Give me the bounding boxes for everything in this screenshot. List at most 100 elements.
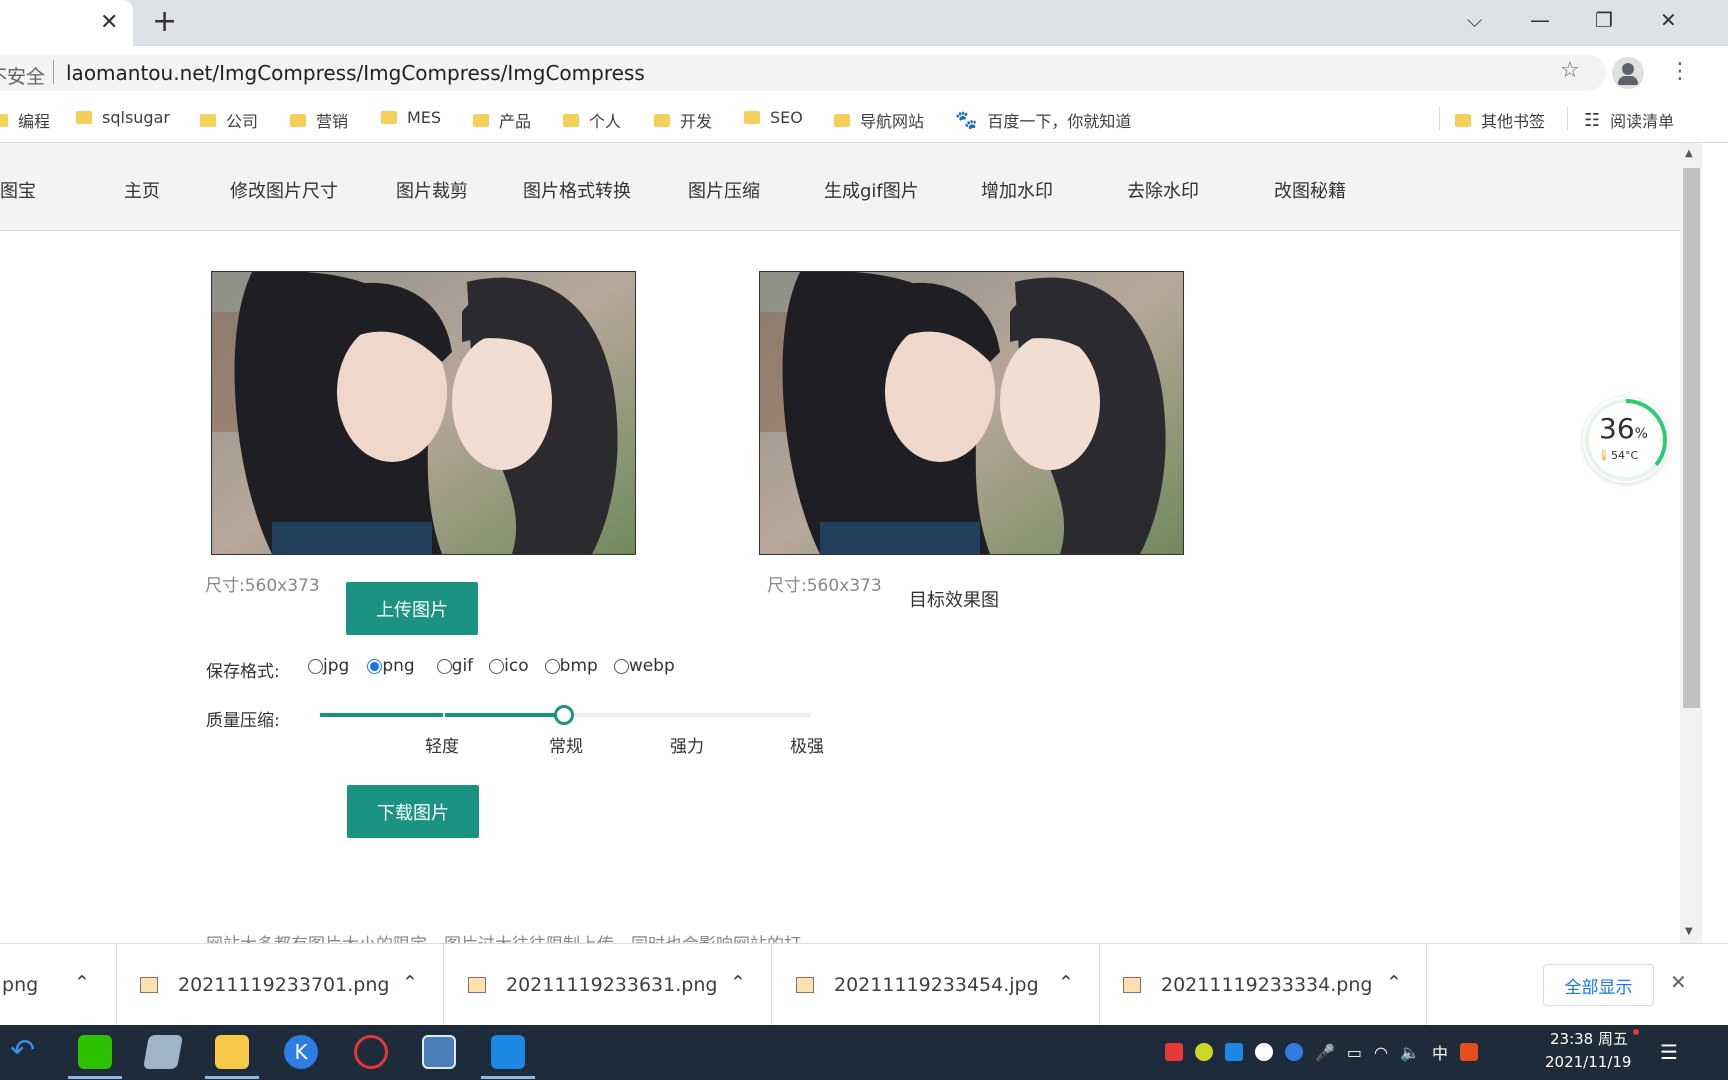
scrollbar-thumb[interactable] xyxy=(1683,168,1700,708)
bookmark-seo[interactable]: SEO xyxy=(744,108,803,127)
tab-search-icon[interactable]: ⌵ xyxy=(1467,8,1482,32)
chevron-up-icon[interactable]: ⌃ xyxy=(402,972,418,994)
cpu-monitor-widget[interactable]: 36% 🌡54°C xyxy=(1583,397,1669,483)
bookmark-label: 导航网站 xyxy=(860,112,925,131)
folder-icon xyxy=(200,113,216,127)
photo-viewer-icon[interactable] xyxy=(422,1035,456,1069)
nav-compress[interactable]: 图片压缩 xyxy=(688,177,760,203)
bookmark-label: 开发 xyxy=(680,112,713,131)
nav-tips[interactable]: 改图秘籍 xyxy=(1274,177,1346,203)
notebook-icon[interactable] xyxy=(143,1035,183,1069)
show-all-downloads-button[interactable]: 全部显示 xyxy=(1543,964,1654,1006)
divider xyxy=(443,943,444,1025)
wifi-icon[interactable]: ◠ xyxy=(1374,1043,1388,1062)
bookmark-company[interactable]: 公司 xyxy=(200,108,258,132)
bookmark-product[interactable]: 产品 xyxy=(473,108,531,132)
tray-app-icon[interactable] xyxy=(1165,1043,1183,1061)
chevron-up-icon[interactable]: ⌃ xyxy=(1386,972,1402,994)
reading-list-icon: ☷ xyxy=(1584,109,1601,131)
bookmark-label: 编程 xyxy=(18,112,51,131)
image-app-icon[interactable] xyxy=(491,1035,525,1069)
download-item[interactable]: 20211119233334.png xyxy=(1123,974,1372,996)
quality-level-normal[interactable]: 常规 xyxy=(549,732,583,757)
bookmark-coding[interactable]: 编程 xyxy=(0,108,50,132)
bookmark-other[interactable]: 其他书签 xyxy=(1455,108,1545,132)
quality-level-light[interactable]: 轻度 xyxy=(425,732,459,757)
tray-kugou-icon[interactable] xyxy=(1285,1043,1303,1061)
close-downloads-icon[interactable]: ✕ xyxy=(1670,970,1687,994)
chevron-up-icon[interactable]: ⌃ xyxy=(1058,972,1074,994)
nav-resize[interactable]: 修改图片尺寸 xyxy=(230,177,338,203)
chevron-up-icon[interactable]: ⌃ xyxy=(730,972,746,994)
folder-icon xyxy=(563,113,579,127)
bookmark-dev[interactable]: 开发 xyxy=(654,108,712,132)
tray-wechat-icon[interactable] xyxy=(1255,1043,1273,1061)
download-item[interactable]: 20211119233631.png xyxy=(468,974,717,996)
menu-icon[interactable]: ⋮ xyxy=(1669,59,1691,84)
quality-level-extreme[interactable]: 极强 xyxy=(790,732,824,757)
scroll-down-icon[interactable]: ▼ xyxy=(1685,926,1693,937)
bookmark-sqlsugar[interactable]: sqlsugar xyxy=(76,108,170,127)
download-item[interactable]: 20211119233454.jpg xyxy=(796,974,1039,996)
tab-close-icon[interactable]: ✕ xyxy=(100,10,118,35)
app-red-icon[interactable] xyxy=(354,1035,388,1069)
nav-remove-watermark[interactable]: 去除水印 xyxy=(1127,177,1199,203)
upload-button[interactable]: 上传图片 xyxy=(346,582,478,635)
bookmark-label: 产品 xyxy=(499,112,532,131)
folder-icon xyxy=(1455,113,1471,127)
microphone-icon[interactable]: 🎤 xyxy=(1315,1043,1335,1062)
app-arrow-icon[interactable]: ↶ xyxy=(10,1033,35,1068)
tray-app-icon[interactable] xyxy=(1195,1043,1213,1061)
minimize-button[interactable]: — xyxy=(1530,8,1550,32)
url-text[interactable]: laomantou.net/ImgCompress/ImgCompress/Im… xyxy=(66,61,645,85)
file-explorer-icon[interactable] xyxy=(215,1035,249,1069)
bookmark-nav-sites[interactable]: 导航网站 xyxy=(834,108,924,132)
bookmark-personal[interactable]: 个人 xyxy=(563,108,621,132)
clock-date[interactable]: 2021/11/19 xyxy=(1545,1053,1631,1071)
image-file-icon xyxy=(796,977,814,993)
action-center-icon[interactable]: ☰ xyxy=(1660,1040,1678,1064)
ime-indicator[interactable]: 中 xyxy=(1432,1040,1448,1064)
site-brand[interactable]: 修图宝 xyxy=(0,177,36,203)
radio-jpg[interactable] xyxy=(308,658,323,674)
nav-convert[interactable]: 图片格式转换 xyxy=(523,177,631,203)
percent-sign: % xyxy=(1634,426,1648,442)
radio-webp[interactable] xyxy=(613,658,629,674)
bookmark-label: sqlsugar xyxy=(102,108,170,127)
download-button[interactable]: 下载图片 xyxy=(347,785,479,838)
new-tab-button[interactable]: + xyxy=(152,4,177,39)
download-item[interactable]: 20211119233701.png xyxy=(140,974,389,996)
kugou-icon[interactable]: K xyxy=(284,1035,318,1069)
download-item[interactable]: .png xyxy=(0,974,38,996)
bookmark-star-icon[interactable]: ☆ xyxy=(1560,58,1580,83)
clock-time[interactable]: 23:38 周五 xyxy=(1550,1028,1628,1049)
nav-gif[interactable]: 生成gif图片 xyxy=(824,177,919,203)
quality-slider-handle[interactable] xyxy=(554,705,574,725)
radio-bmp[interactable] xyxy=(544,658,560,674)
bookmark-marketing[interactable]: 营销 xyxy=(290,108,348,132)
quality-level-strong[interactable]: 强力 xyxy=(670,732,704,757)
radio-png[interactable] xyxy=(367,658,383,674)
nav-add-watermark[interactable]: 增加水印 xyxy=(981,177,1053,203)
wechat-icon[interactable] xyxy=(78,1035,112,1069)
scroll-up-icon[interactable]: ▲ xyxy=(1685,148,1693,159)
reading-list-button[interactable]: ☷ 阅读清单 xyxy=(1584,108,1674,132)
radio-ico[interactable] xyxy=(489,658,505,674)
bookmark-label: 其他书签 xyxy=(1481,112,1546,131)
nav-crop[interactable]: 图片裁剪 xyxy=(396,177,468,203)
chevron-up-icon[interactable]: ⌃ xyxy=(74,972,90,994)
sogou-icon[interactable] xyxy=(1459,1043,1478,1061)
profile-avatar-icon[interactable] xyxy=(1612,57,1644,89)
security-indicator[interactable]: 不安全 xyxy=(0,62,45,89)
radio-label: ico xyxy=(504,656,529,676)
close-window-button[interactable]: ✕ xyxy=(1660,8,1677,32)
tray-image-icon[interactable] xyxy=(1225,1043,1243,1061)
bookmark-mes[interactable]: MES xyxy=(381,108,441,127)
radio-gif[interactable] xyxy=(436,658,452,674)
nav-home[interactable]: 主页 xyxy=(124,177,160,203)
battery-icon[interactable]: ▭ xyxy=(1347,1043,1362,1062)
bookmark-label: SEO xyxy=(770,108,803,127)
bookmark-baidu[interactable]: 🐾 百度一下，你就知道 xyxy=(955,108,1131,132)
volume-icon[interactable]: 🔈 xyxy=(1400,1043,1420,1062)
maximize-button[interactable]: ❐ xyxy=(1595,8,1613,32)
